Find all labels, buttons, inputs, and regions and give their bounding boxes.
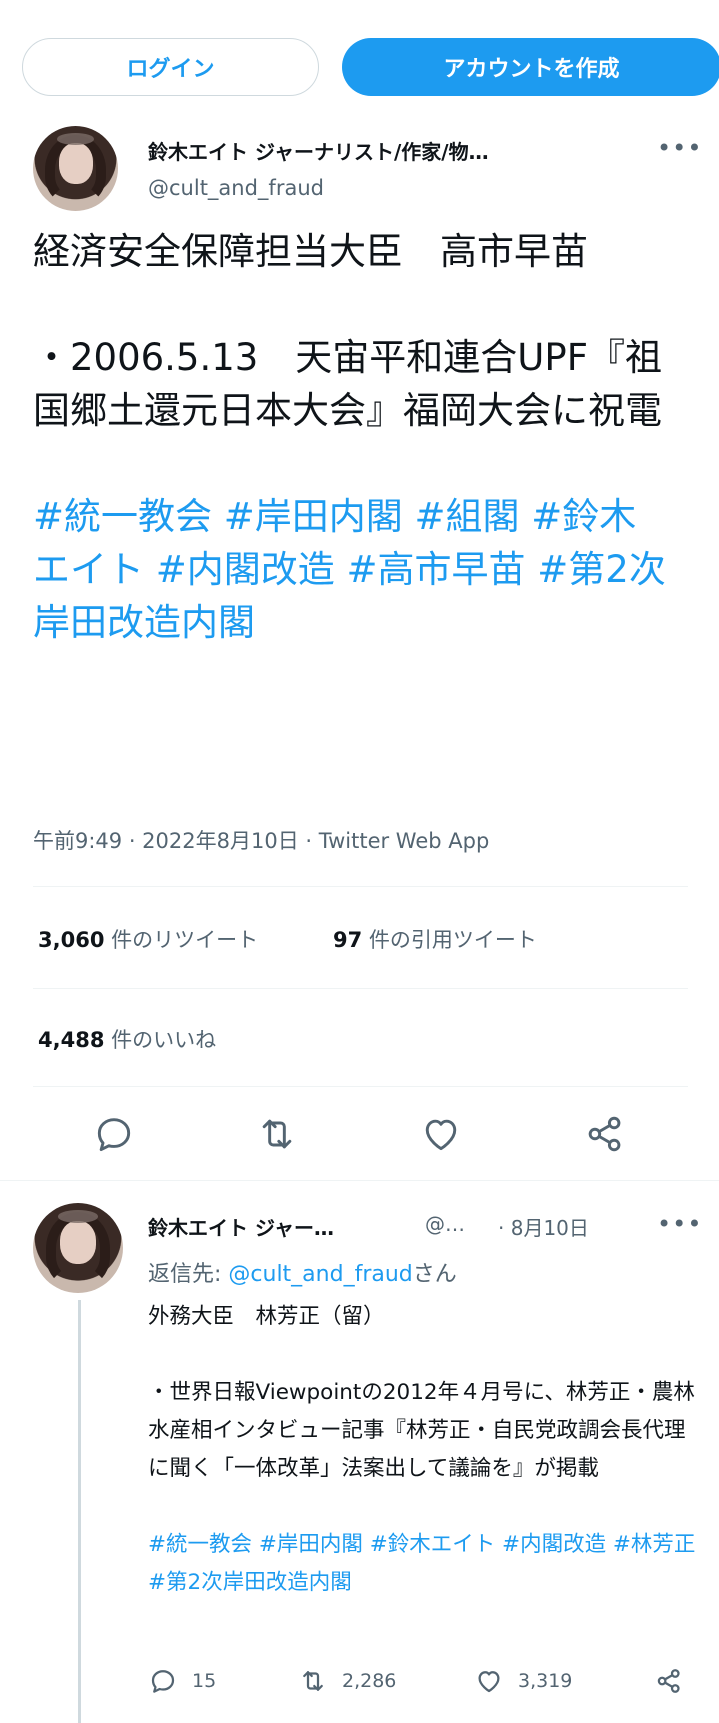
reply-avatar[interactable] — [33, 1203, 123, 1293]
comment-icon[interactable] — [92, 1112, 136, 1156]
reply-share-action[interactable] — [654, 1666, 684, 1696]
reply-like-action[interactable]: 3,319 — [474, 1666, 572, 1696]
share-icon[interactable] — [583, 1112, 627, 1156]
more-icon[interactable]: ••• — [657, 134, 702, 162]
retweet-icon — [303, 1671, 323, 1691]
avatar[interactable] — [33, 126, 118, 211]
reply-count: 15 — [192, 1670, 217, 1692]
tweet-line-2: ・2006.5.13 天宙平和連合UPF『祖国郷土還元日本大会』福岡大会に祝電 — [33, 336, 662, 432]
likes-label: 件のいいね — [111, 1028, 217, 1052]
reply-to-link[interactable]: @cult_and_fraud — [228, 1262, 412, 1287]
reply-date[interactable]: · 8月10日 — [498, 1212, 589, 1241]
reply-comment-action[interactable]: 15 — [148, 1666, 216, 1696]
author-handle[interactable]: @cult_and_fraud — [148, 176, 324, 200]
divider — [0, 1180, 719, 1181]
reply-line-2: ・世界日報Viewpointの2012年４月号に、林芳正・農林水産相インタビュー… — [148, 1380, 695, 1481]
tweet-line-1: 経済安全保障担当大臣 高市早苗 — [33, 230, 588, 273]
comment-icon — [151, 1670, 175, 1693]
thread-line — [78, 1300, 81, 1723]
reply-to: 返信先: @cult_and_fraudさん — [148, 1256, 457, 1288]
like-count: 3,319 — [518, 1670, 573, 1692]
retweets-count: 3,060 — [38, 928, 105, 952]
signup-button[interactable]: アカウントを作成 — [342, 38, 719, 96]
retweet-icon[interactable] — [255, 1112, 299, 1156]
reply-retweet-action[interactable]: 2,286 — [298, 1666, 396, 1696]
tweet-text: 経済安全保障担当大臣 高市早苗 ・2006.5.13 天宙平和連合UPF『祖国郷… — [33, 225, 673, 649]
heart-icon[interactable] — [419, 1112, 463, 1156]
author-name[interactable]: 鈴木エイト ジャーナリスト/作家/物… — [148, 136, 489, 165]
reply-author-name[interactable]: 鈴木エイト ジャー… — [148, 1212, 334, 1241]
reply-author-handle[interactable]: @… — [425, 1212, 465, 1236]
login-button[interactable]: ログイン — [22, 38, 319, 96]
quotes-count: 97 — [333, 928, 363, 952]
retweets-label: 件のリツイート — [111, 928, 259, 952]
avatar-hat — [56, 132, 95, 145]
reply-hashtags[interactable]: #統一教会 #岸田内閣 #鈴木エイト #内閣改造 #林芳正 #第2次岸田改造内閣 — [148, 1526, 698, 1602]
reply-line-1: 外務大臣 林芳正（留） — [148, 1304, 385, 1329]
reply-to-prefix: 返信先: — [148, 1262, 229, 1287]
avatar-face — [60, 1221, 96, 1265]
reply-text: 外務大臣 林芳正（留） ・世界日報Viewpointの2012年４月号に、林芳正… — [148, 1298, 698, 1602]
quotes-stat[interactable]: 97 件の引用ツイート — [333, 924, 537, 954]
avatar-face — [58, 143, 93, 184]
retweet-count: 2,286 — [342, 1670, 397, 1692]
tweet-meta[interactable]: 午前9:49 · 2022年8月10日 · Twitter Web App — [33, 825, 489, 855]
quotes-label: 件の引用ツイート — [368, 928, 537, 952]
likes-count: 4,488 — [38, 1028, 105, 1052]
retweets-stat[interactable]: 3,060 件のリツイート — [38, 924, 258, 954]
tweet-hashtags[interactable]: #統一教会 #岸田内閣 #組閣 #鈴木エイト #内閣改造 #高市早苗 #第2次岸… — [33, 490, 673, 649]
avatar-hat — [58, 1210, 98, 1223]
more-icon[interactable]: ••• — [657, 1210, 702, 1238]
likes-stat[interactable]: 4,488 件のいいね — [38, 1024, 216, 1054]
heart-icon — [478, 1671, 500, 1693]
share-icon — [657, 1669, 680, 1693]
top-bar: ログイン アカウントを作成 — [22, 38, 719, 98]
divider — [33, 886, 688, 887]
reply-to-suffix: さん — [412, 1262, 457, 1287]
divider — [33, 988, 688, 989]
divider — [33, 1086, 688, 1087]
